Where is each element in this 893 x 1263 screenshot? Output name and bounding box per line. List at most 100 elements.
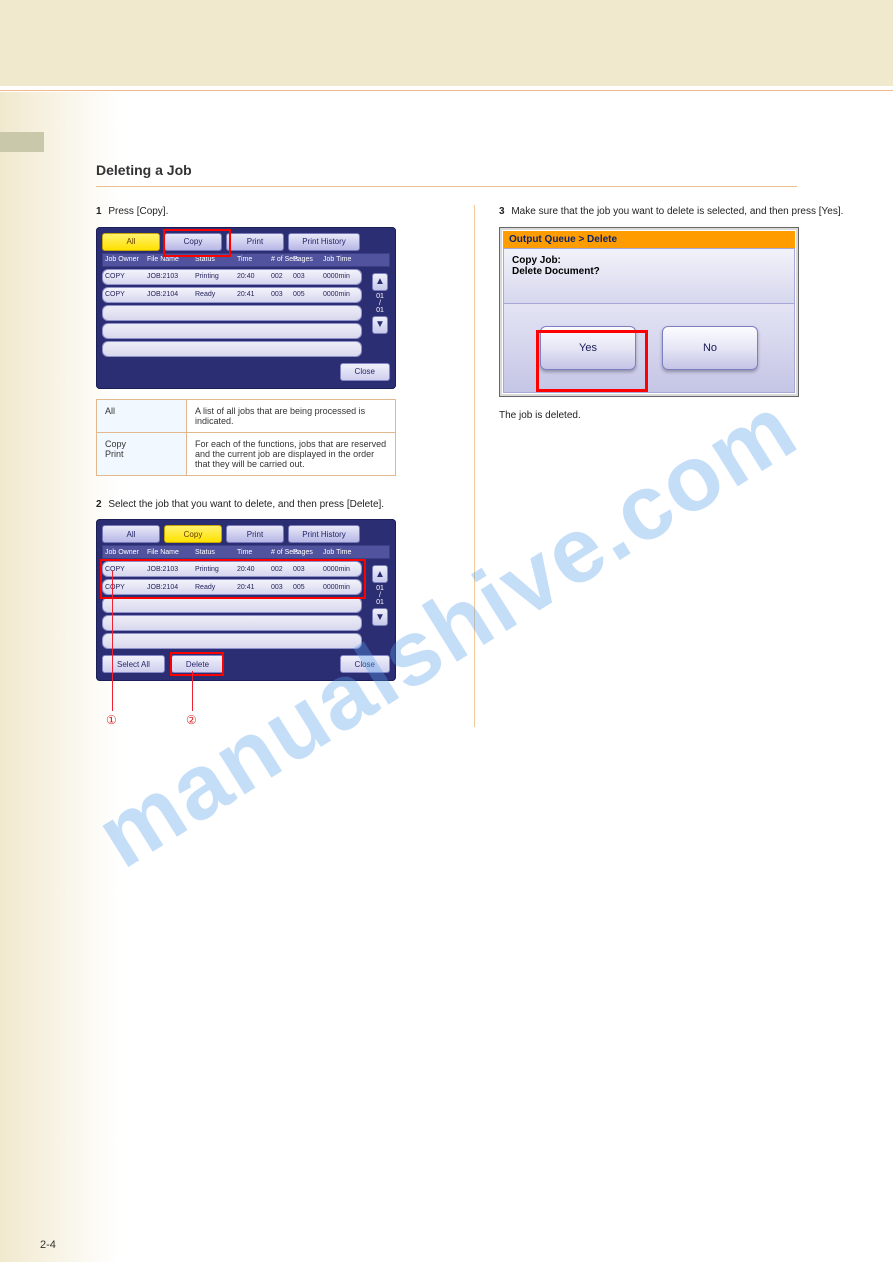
page-down-button[interactable]: ▼ [372,608,388,626]
callout-line-1 [112,571,113,711]
no-button[interactable]: No [662,326,758,370]
tab-all[interactable]: All [102,525,160,543]
table-row[interactable]: COPY JOB:2104 Ready 20:41 003 005 0000mi… [102,579,362,595]
tab-copy[interactable]: Copy [164,525,222,543]
page-sep: / [376,592,384,599]
callout-number-2: ② [186,713,197,727]
pager: ▲ 01 / 01 ▼ [372,273,388,334]
cell-file: JOB:2103 [145,273,193,280]
dialog-line2: Delete Document? [512,266,786,277]
step-3: 3 Make sure that the job you want to del… [499,205,853,219]
cell-file: JOB:2104 [145,291,193,298]
dialog-title: Output Queue > Delete [503,231,795,248]
tab-print-history[interactable]: Print History [288,525,360,543]
tab-print[interactable]: Print [226,525,284,543]
table-row[interactable]: COPY JOB:2103 Printing 20:40 002 003 000… [102,269,362,285]
col-pages: Pages [291,256,321,263]
table-row: . [102,323,362,339]
cell-owner: COPY [103,291,145,298]
tab-all[interactable]: All [102,233,160,251]
col-status: Status [193,256,235,263]
cell-pages: 005 [291,291,321,298]
col-time: Time [235,256,269,263]
col-pages: Pages [291,549,321,556]
cell-status: Printing [193,566,235,573]
page-up-button[interactable]: ▲ [372,565,388,583]
screenshot-job-list-copy: All Copy Print Print History Job Owner F… [96,519,396,681]
bottom-bar: Select All Delete Close [102,655,390,673]
info-row1-head: All [97,399,187,432]
cell-sets: 003 [269,291,291,298]
page-up-button[interactable]: ▲ [372,273,388,291]
cell-sets: 002 [269,273,291,280]
cell-time: 20:41 [235,291,269,298]
col-file: File Name [145,549,193,556]
page-sep: / [376,300,384,307]
page-tot: 01 [376,307,384,314]
header-rule [0,90,893,91]
col-jtime: Job Time [321,256,363,263]
step-2: 2 Select the job that you want to delete… [96,498,450,512]
cell-time: 20:40 [235,273,269,280]
yes-button[interactable]: Yes [540,326,636,370]
col-owner: Job Owner [103,549,145,556]
tab-explanation-table: All A list of all jobs that are being pr… [96,399,396,476]
cell-jtime: 0000min [321,291,363,298]
table-row[interactable]: COPY JOB:2103 Printing 20:40 002 003 000… [102,561,362,577]
cell-jtime: 0000min [321,584,363,591]
page-cur: 01 [376,293,384,300]
page-content: Deleting a Job 1 Press [Copy]. All Copy … [0,156,893,727]
section-rule [96,186,797,187]
page-indicator: 01 / 01 [376,585,384,606]
table-header: Job Owner File Name Status Time # of Set… [102,253,390,267]
bottom-bar: Close [102,363,390,381]
tabs-bar: All Copy Print Print History [102,525,390,543]
left-column: 1 Press [Copy]. All Copy Print Print His… [96,205,450,727]
step-3-text: Make sure that the job you want to delet… [511,206,843,217]
step-2-text: Select the job that you want to delete, … [108,499,384,510]
page-down-button[interactable]: ▼ [372,316,388,334]
two-column-layout: 1 Press [Copy]. All Copy Print Print His… [0,205,893,727]
right-column: 3 Make sure that the job you want to del… [499,205,853,727]
cell-time: 20:41 [235,584,269,591]
cell-file: JOB:2103 [145,566,193,573]
step-1-text-a: Press [108,206,134,217]
cell-time: 20:40 [235,566,269,573]
step-1-button-ref: [Copy] [137,206,166,217]
col-file: File Name [145,256,193,263]
step-1-text-b: . [166,206,169,217]
close-button[interactable]: Close [340,363,390,381]
cell-sets: 003 [269,584,291,591]
delete-button[interactable]: Delete [171,655,224,673]
close-button[interactable]: Close [340,655,390,673]
page-cur: 01 [376,585,384,592]
tab-print-history[interactable]: Print History [288,233,360,251]
cell-sets: 002 [269,566,291,573]
table-header: Job Owner File Name Status Time # of Set… [102,545,390,559]
col-jtime: Job Time [321,549,363,556]
dialog-button-bar: Yes No [503,304,795,393]
tab-print[interactable]: Print [226,233,284,251]
col-status: Status [193,549,235,556]
cell-file: JOB:2104 [145,584,193,591]
info-row2-head-2: Print [105,449,178,459]
col-sets: # of Sets [269,549,291,556]
info-row2-head-1: Copy [105,439,178,449]
screenshot-job-list-all: All Copy Print Print History Job Owner F… [96,227,396,389]
delete-result-note: The job is deleted. [499,409,853,423]
col-sets: # of Sets [269,256,291,263]
left-button-group: Select All Delete [102,655,224,673]
cell-status: Printing [193,273,235,280]
section-title: Deleting a Job [0,156,893,184]
column-divider [474,205,475,727]
cell-status: Ready [193,584,235,591]
step-3-number: 3 [499,206,505,217]
info-row2-head: Copy Print [97,432,187,475]
tab-copy[interactable]: Copy [164,233,222,251]
page-tot: 01 [376,599,384,606]
section-tab-marker [0,132,44,152]
cell-pages: 005 [291,584,321,591]
step-1: 1 Press [Copy]. [96,205,450,219]
table-row: . [102,597,362,613]
table-row[interactable]: COPY JOB:2104 Ready 20:41 003 005 0000mi… [102,287,362,303]
